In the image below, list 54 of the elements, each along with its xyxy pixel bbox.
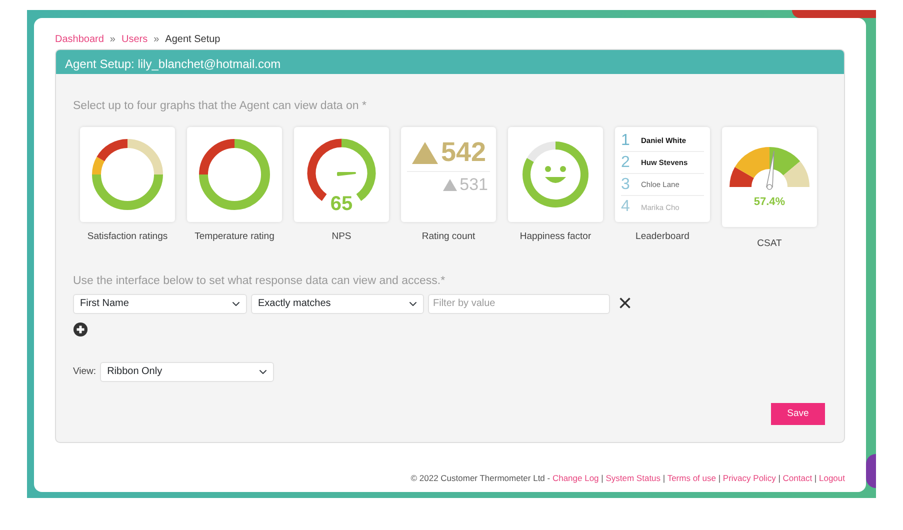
graph-tile[interactable]: 542 531 bbox=[401, 127, 496, 222]
increase-icon bbox=[442, 178, 457, 191]
breadcrumb-link[interactable]: Users bbox=[121, 32, 148, 46]
add-filter-icon[interactable] bbox=[73, 322, 88, 337]
footer-link[interactable]: Privacy Policy bbox=[722, 473, 776, 483]
operator-select[interactable]: Exactly matches bbox=[251, 294, 424, 314]
graph-tile[interactable]: 65 bbox=[294, 127, 389, 222]
footer-link[interactable]: Change Log bbox=[552, 473, 599, 483]
graph-label: Happiness factor bbox=[520, 230, 592, 244]
view-select[interactable]: Ribbon Only bbox=[100, 362, 274, 382]
footer-link[interactable]: System Status bbox=[606, 473, 661, 483]
link-separator: | bbox=[813, 473, 818, 483]
graphs-prompt: Select up to four graphs that the Agent can view data on * bbox=[73, 99, 368, 114]
breadcrumb-current: Agent Setup bbox=[165, 32, 220, 46]
breadcrumb-separator: » bbox=[110, 32, 116, 46]
panel-title: Agent Setup: lily_blanchet@hotmail.com bbox=[56, 50, 844, 74]
link-separator: | bbox=[717, 473, 722, 483]
footer-link[interactable]: Terms of use bbox=[667, 473, 716, 483]
remove-filter-button[interactable]: × bbox=[618, 294, 632, 313]
rank-number: 4 bbox=[621, 197, 631, 218]
graph-label: CSAT bbox=[757, 237, 782, 252]
graph-tile[interactable] bbox=[187, 127, 282, 222]
link-separator: | bbox=[777, 473, 782, 483]
graph-label: Satisfaction ratings bbox=[87, 230, 168, 244]
rating-count-value: 542 bbox=[440, 139, 486, 166]
breadcrumb-link[interactable]: Dashboard bbox=[55, 32, 104, 46]
graph-tile[interactable] bbox=[508, 127, 603, 222]
rank-number: 3 bbox=[621, 174, 631, 195]
field-select[interactable]: First Name bbox=[73, 294, 247, 314]
previous-count-value: 531 bbox=[460, 176, 488, 194]
view-label: View: bbox=[73, 364, 96, 379]
donut-chart-drawing bbox=[92, 139, 163, 210]
smiley-donut-drawing bbox=[522, 142, 588, 208]
rank-number: 2 bbox=[621, 152, 631, 173]
graph-label: Leaderboard bbox=[636, 230, 690, 244]
link-separator: | bbox=[662, 473, 666, 483]
filter-value-field[interactable]: Filter by value bbox=[428, 294, 610, 314]
donut-chart-drawing bbox=[199, 139, 270, 210]
breadcrumb-separator: » bbox=[154, 32, 160, 46]
increase-icon bbox=[410, 140, 439, 165]
graph-tile[interactable] bbox=[80, 127, 175, 222]
link-separator: | bbox=[600, 473, 604, 483]
graph-tile[interactable]: 57.4% bbox=[722, 127, 817, 228]
copyright-text: © 2022 Customer Thermometer Ltd - bbox=[410, 473, 552, 483]
csat-score: 57.4% bbox=[754, 196, 786, 208]
graph-label: Temperature rating bbox=[194, 230, 274, 244]
save-button[interactable]: Save bbox=[771, 402, 825, 425]
graph-label: Rating count bbox=[422, 230, 476, 244]
nps-score: 65 bbox=[330, 193, 353, 216]
filter-prompt: Use the interface below to set what response data can view and access.* bbox=[73, 274, 446, 288]
footer-link[interactable]: Contact bbox=[782, 473, 812, 483]
rank-number: 1 bbox=[621, 130, 631, 151]
footer-link[interactable]: Logout bbox=[819, 473, 845, 483]
graph-label: NPS bbox=[332, 230, 352, 244]
